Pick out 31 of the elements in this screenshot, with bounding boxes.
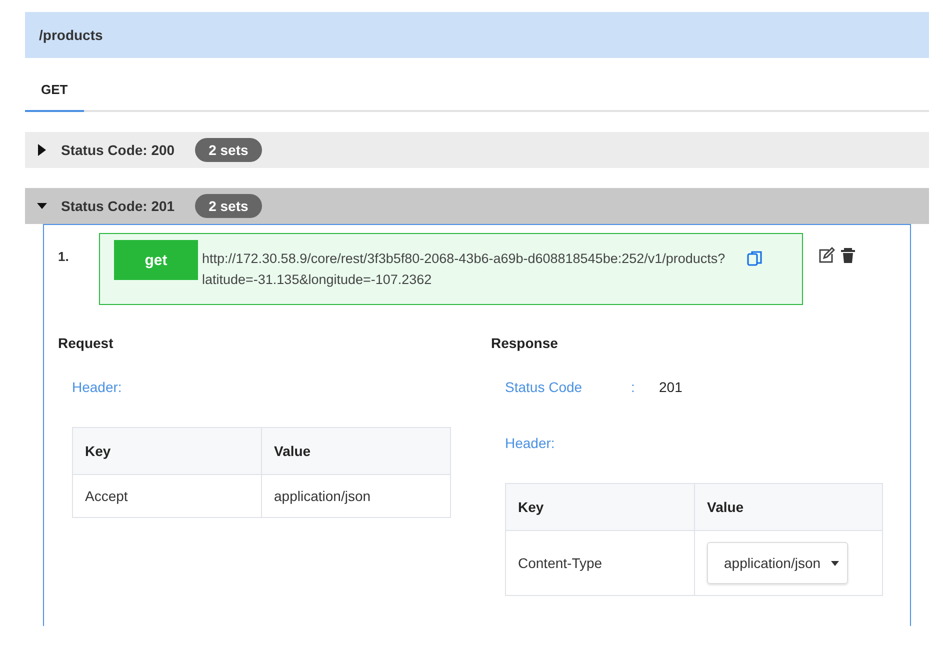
status-code-header[interactable]: Status Code: 200 2 sets [25, 132, 929, 168]
table-cell: Content-Type [506, 530, 694, 596]
trash-icon[interactable] [839, 246, 857, 264]
status-code-label: Status Code: 200 [61, 142, 175, 158]
caret-icon [830, 560, 839, 566]
request-url: http://172.30.58.9/core/rest/3f3b5f80-2068-43b6-a69b-d608818545be:252/v1/products?latitude=-31.135&longitude=-107.2362 [201, 250, 726, 289]
set-number: 1. [58, 248, 70, 264]
column-header: Key [72, 428, 262, 474]
method-tab[interactable]: GET [25, 68, 84, 112]
response-title: Response [491, 335, 559, 351]
sets-count-badge: 2 sets [194, 194, 262, 218]
caret-right-icon [37, 144, 47, 156]
header-label: Header: [505, 435, 555, 451]
request-title: Request [58, 335, 114, 351]
header-label: Header: [72, 379, 122, 395]
table-cell: Accept [72, 474, 262, 518]
copy-icon[interactable] [746, 250, 764, 268]
status-code-label: Status Code [505, 379, 584, 395]
endpoint-path-bar: /products [25, 12, 929, 58]
edit-icon[interactable] [817, 247, 835, 265]
value-dropdown[interactable]: application/json [707, 542, 848, 584]
status-code-label: Status Code: 201 [61, 198, 175, 214]
table-cell: application/json [262, 474, 450, 518]
column-header: Value [694, 484, 882, 530]
status-code-value: 201 [659, 379, 682, 395]
separator: : [631, 379, 636, 395]
sets-count-badge: 2 sets [194, 138, 262, 162]
status-code-header[interactable]: Status Code: 201 2 sets [25, 188, 929, 224]
method-label: get [114, 240, 198, 280]
column-header: Value [262, 428, 450, 474]
column-header: Key [506, 484, 694, 530]
